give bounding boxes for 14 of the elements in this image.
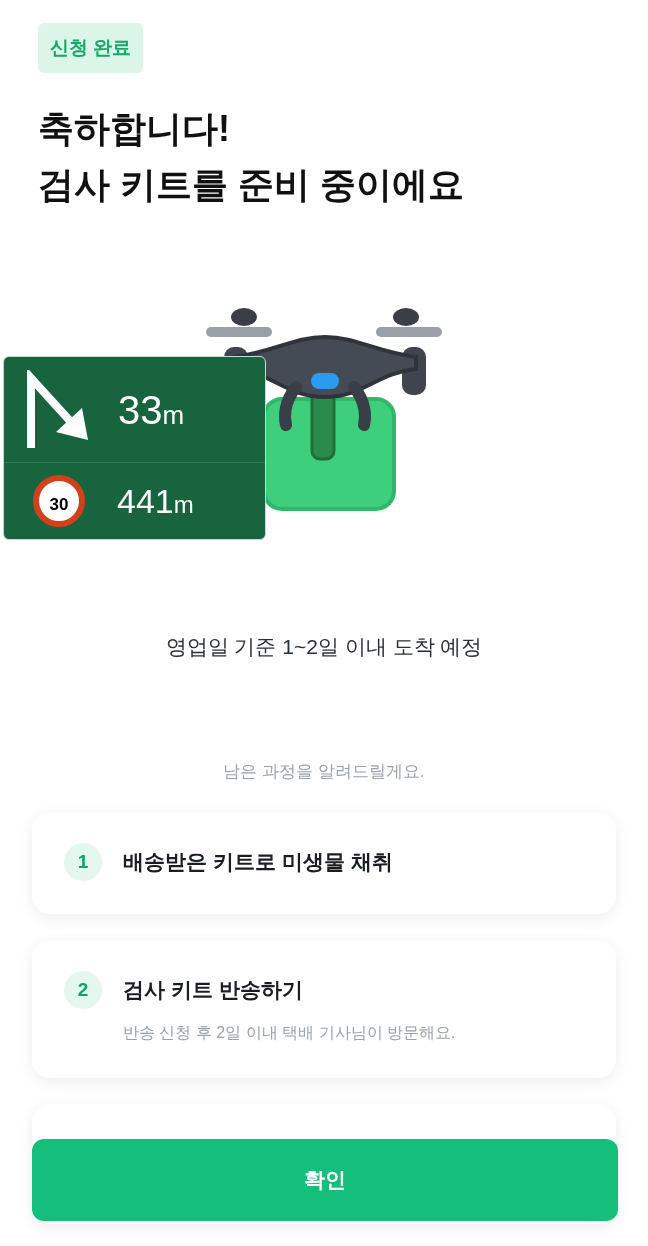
- step-title: 배송받은 키트로 미생물 채취: [123, 849, 393, 876]
- step-number: 2: [64, 971, 102, 1009]
- confirm-button[interactable]: 확인: [32, 1139, 618, 1221]
- steps-intro: 남은 과정을 알려드릴게요.: [222, 760, 426, 783]
- arrival-note: 영업일 기준 1~2일 이내 도착 예정: [164, 634, 484, 660]
- page-title: 검사 키트를 준비 중이에요: [38, 163, 465, 207]
- camera-distance: 441m: [117, 484, 194, 518]
- step-title: 검사 키트 반송하기: [123, 977, 303, 1004]
- turn-distance: 33m: [118, 389, 185, 430]
- step-note: 반송 신청 후 2일 이내 택배 기사님이 방문해요.: [123, 1023, 457, 1043]
- page-title: 축하합니다!: [38, 107, 231, 151]
- step-number: 1: [64, 843, 102, 881]
- speed-limit-sign: 30: [33, 475, 85, 527]
- status-badge: 신청 완료: [38, 23, 144, 73]
